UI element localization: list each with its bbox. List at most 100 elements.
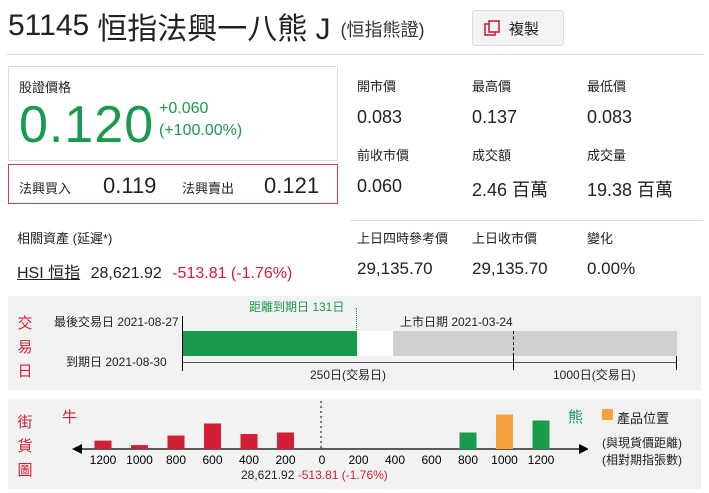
street-tick-label: 600 [421, 453, 441, 467]
left-arrow-icon [72, 444, 82, 454]
street-bar [277, 432, 294, 449]
scale-line [182, 362, 677, 363]
note-contracts: (相對期指張數) [602, 453, 682, 467]
stat-volume: 成交量 19.38 百萬 [587, 145, 673, 202]
stat-value: 2.46 百萬 [472, 180, 549, 200]
last-trade-date: 最後交易日 2021-08-27 [54, 315, 179, 329]
stat-label: 前收市價 [357, 148, 410, 163]
street-bar [131, 445, 148, 449]
stat-value: 0.060 [357, 176, 403, 196]
stock-type: (恒指熊證) [340, 20, 425, 40]
street-tick-label: 800 [166, 453, 186, 467]
street-bar [532, 420, 550, 449]
expiry-date: 到期日 2021-08-30 [66, 355, 167, 369]
stat-open: 開市價 0.083 [357, 76, 402, 128]
stat-prev-close-underlying: 上日收市價 29,135.70 [472, 228, 548, 279]
stat-label: 成交額 [472, 148, 512, 163]
stat-turnover: 成交額 2.46 百萬 [472, 145, 548, 202]
stat-label: 成交量 [587, 148, 627, 163]
stat-prev-close: 前收市價 0.060 [357, 145, 409, 197]
price-box: 股證價格 0.120 +0.060 (+100.00%) [8, 66, 338, 161]
street-bar [94, 440, 112, 449]
side-char: 易 [17, 339, 33, 356]
street-chart-panel: 街 貨 圖 牛 熊 產品位置 (與現貨價距離) (相對期指張數) 1200 100… [8, 399, 701, 489]
spot-value: 28,621.92 [241, 468, 295, 482]
stock-name: 恒指法興一八熊 J [97, 13, 331, 46]
trading-days-panel: 交 易 日 最後交易日 2021-08-27 距離到期日 131日 上市日期 2… [8, 296, 701, 390]
right-arrow-icon [579, 444, 588, 454]
stat-value: 0.137 [472, 107, 518, 127]
stat-value: 29,135.70 [472, 259, 548, 278]
stat-value: 0.083 [357, 107, 403, 127]
bid-value: 0.119 [103, 173, 157, 198]
related-asset-label: 相關資產 (延遲*) [17, 231, 113, 246]
today-marker [356, 308, 357, 332]
street-bar [459, 432, 477, 449]
stat-value: 19.38 百萬 [587, 180, 674, 200]
listing-date: 上市日期 2021-03-24 [400, 315, 513, 329]
bid-ask-box: 法興買入 0.119 法興賣出 0.121 [8, 164, 338, 204]
stat-label: 最低價 [587, 79, 627, 94]
spot-change: -513.81 (-1.76%) [297, 468, 388, 482]
street-bar [167, 435, 185, 449]
price-change: +0.060 [159, 100, 209, 117]
related-asset-link[interactable]: HSI 恒指 [17, 265, 80, 282]
street-bar [240, 434, 258, 449]
related-asset-value: 28,621.92 [90, 265, 162, 282]
stat-value: 0.083 [587, 107, 633, 127]
timeline-track [183, 331, 677, 356]
street-tick-label: 400 [385, 453, 405, 467]
scale-1000-label: 1000日(交易日) [553, 368, 636, 382]
stat-high: 最高價 0.137 [472, 76, 517, 128]
street-tick-label: 400 [239, 453, 259, 467]
copy-label: 複製 [509, 20, 540, 38]
note-distance: (與現貨價距離) [602, 436, 682, 450]
street-tick-label: 200 [275, 453, 295, 467]
stat-label: 上日四時參考價 [357, 231, 449, 246]
bid-label: 法興買入 [19, 181, 72, 196]
trading-days-title: 交 易 日 [16, 312, 34, 384]
copy-button[interactable]: 複製 [472, 10, 564, 46]
ask-label: 法興賣出 [182, 181, 235, 196]
page-title: 51145 恒指法興一八熊 J (恒指熊證) [8, 4, 425, 48]
scale-tick [513, 356, 514, 370]
street-tick-label: 800 [458, 453, 478, 467]
street-tick-label: 1000 [491, 453, 518, 467]
stat-low: 最低價 0.083 [587, 76, 632, 128]
ask-value: 0.121 [264, 173, 320, 198]
timeline-marker [513, 331, 514, 356]
timeline-remaining-bar [183, 331, 357, 356]
street-tick-label: 1000 [126, 453, 153, 467]
divider [6, 54, 703, 55]
stat-label: 開市價 [357, 79, 397, 94]
stat-label: 上日收市價 [472, 231, 538, 246]
price-change-pct: (+100.00%) [159, 122, 243, 139]
side-char: 日 [17, 363, 33, 380]
scale-250-label: 250日(交易日) [310, 368, 387, 382]
spot-readout: 28,621.92 -513.81 (-1.76%) [241, 468, 388, 482]
price-label: 股證價格 [19, 80, 72, 95]
stat-change: 變化 0.00% [587, 228, 635, 279]
street-tick-label: 600 [202, 453, 222, 467]
legend-label: 產品位置 [617, 411, 670, 426]
days-to-expiry: 距離到期日 131日 [249, 300, 345, 314]
related-asset-change: -513.81 (-1.76%) [172, 265, 293, 282]
street-tick-label: 1200 [90, 453, 117, 467]
side-char: 交 [17, 315, 33, 332]
stat-label: 最高價 [472, 79, 512, 94]
scale-tick [676, 356, 677, 370]
price-value: 0.120 [19, 96, 155, 154]
street-tick-label: 1200 [528, 453, 555, 467]
timeline-today-gap [357, 331, 393, 356]
stock-code: 51145 [8, 9, 90, 42]
related-asset: HSI 恒指 28,621.92 -513.81 (-1.76%) [17, 259, 292, 283]
street-tick-label: 0 [319, 453, 326, 467]
stat-ref-price: 上日四時參考價 29,135.70 [357, 228, 448, 279]
stat-value: 0.00% [587, 259, 636, 278]
street-bar [204, 423, 221, 449]
stat-value: 29,135.70 [357, 259, 433, 278]
stat-label: 變化 [587, 231, 614, 246]
copy-icon [484, 20, 500, 36]
divider [350, 220, 703, 221]
street-tick-label: 200 [348, 453, 368, 467]
